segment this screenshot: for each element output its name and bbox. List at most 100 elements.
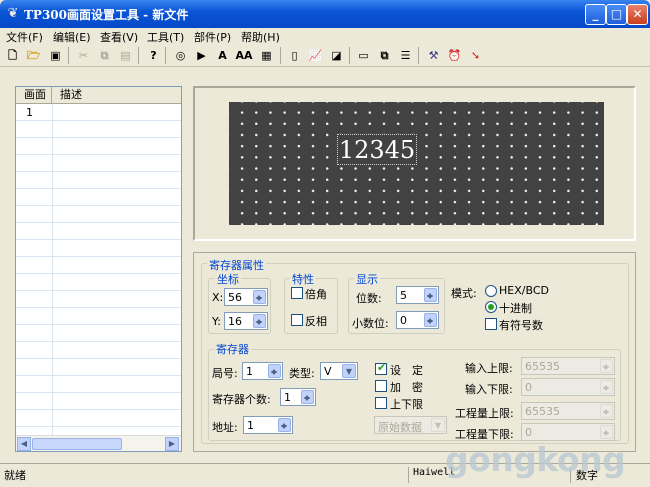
text-tool-icon[interactable]: A bbox=[214, 47, 231, 64]
menu-tools[interactable]: 工具(T) bbox=[147, 29, 184, 45]
lamp-icon[interactable]: ▯ bbox=[286, 47, 303, 64]
menu-parts[interactable]: 部件(P) bbox=[194, 29, 231, 45]
y-coordinate-stepper[interactable]: 16 bbox=[224, 312, 268, 330]
encrypt-checkbox[interactable] bbox=[375, 380, 387, 392]
bitmap-icon[interactable]: ◪ bbox=[328, 47, 345, 64]
spin-icon[interactable] bbox=[600, 404, 613, 418]
hex-bcd-radio[interactable] bbox=[485, 285, 497, 297]
list-item[interactable] bbox=[16, 206, 181, 223]
list-item[interactable] bbox=[16, 291, 181, 308]
tools-icon[interactable]: ⚒ bbox=[425, 47, 442, 64]
scroll-right-icon[interactable]: ▶ bbox=[165, 437, 179, 451]
number-display-icon[interactable]: ▦ bbox=[258, 47, 275, 64]
chevron-down-icon[interactable]: ▼ bbox=[431, 418, 445, 432]
input-upper-stepper[interactable]: 65535 bbox=[521, 357, 615, 375]
input-upper-label: 输入上限: bbox=[465, 362, 513, 375]
big-text-tool-icon[interactable]: AA bbox=[233, 47, 255, 64]
spin-icon[interactable] bbox=[278, 418, 291, 432]
column-header-description[interactable]: 描述 bbox=[52, 87, 181, 104]
menu-help[interactable]: 帮助(H) bbox=[241, 29, 280, 45]
register-count-stepper[interactable]: 1 bbox=[280, 388, 316, 406]
list-item[interactable] bbox=[16, 223, 181, 240]
list-item[interactable] bbox=[16, 172, 181, 189]
raw-data-select[interactable]: 原始数据 ▼ bbox=[374, 416, 447, 434]
spin-icon[interactable] bbox=[424, 313, 437, 327]
copy-icon[interactable]: ⧉ bbox=[96, 47, 113, 64]
horizontal-scrollbar[interactable]: ◀ ▶ bbox=[16, 435, 181, 451]
list-item[interactable] bbox=[16, 376, 181, 393]
x-coordinate-stepper[interactable]: 56 bbox=[224, 288, 268, 306]
spin-icon[interactable] bbox=[268, 364, 281, 378]
type-select[interactable]: V ▼ bbox=[320, 362, 358, 380]
spin-icon[interactable] bbox=[600, 425, 613, 439]
toolbar-separator bbox=[349, 47, 350, 64]
signed-checkbox[interactable] bbox=[485, 318, 497, 330]
station-stepper[interactable]: 1 bbox=[242, 362, 283, 380]
target-icon[interactable]: ◎ bbox=[172, 47, 189, 64]
spin-icon[interactable] bbox=[424, 288, 437, 302]
window-icon[interactable]: ⧉ bbox=[376, 47, 393, 64]
digits-stepper[interactable]: 5 bbox=[396, 286, 439, 304]
list-item[interactable] bbox=[16, 359, 181, 376]
play-icon[interactable]: ▶ bbox=[193, 47, 210, 64]
trend-chart-icon[interactable]: 📈 bbox=[307, 47, 324, 64]
y-label: Y: bbox=[212, 315, 221, 328]
column-header-screen[interactable]: 画面 bbox=[16, 87, 52, 104]
decimal-radio[interactable] bbox=[485, 301, 497, 313]
list-icon[interactable]: ☰ bbox=[397, 47, 414, 64]
eng-upper-stepper[interactable]: 65535 bbox=[521, 402, 615, 420]
decimals-stepper[interactable]: 0 bbox=[396, 311, 439, 329]
new-file-icon[interactable]: 🗋 bbox=[4, 47, 21, 64]
spin-icon[interactable] bbox=[301, 390, 314, 404]
eng-lower-stepper[interactable]: 0 bbox=[521, 423, 615, 441]
spin-icon[interactable] bbox=[253, 314, 266, 328]
scroll-left-icon[interactable]: ◀ bbox=[17, 437, 31, 451]
download-arrow-icon[interactable]: ➘ bbox=[467, 47, 484, 64]
list-item[interactable] bbox=[16, 257, 181, 274]
list-item[interactable] bbox=[16, 189, 181, 206]
list-item[interactable] bbox=[16, 138, 181, 155]
menu-view[interactable]: 查看(V) bbox=[100, 29, 138, 45]
paste-icon[interactable]: ▤ bbox=[117, 47, 134, 64]
maximize-button[interactable]: □ bbox=[606, 4, 627, 25]
hex-bcd-label: HEX/BCD bbox=[499, 284, 549, 297]
alarm-clock-icon[interactable]: ⏰ bbox=[446, 47, 463, 64]
minimize-button[interactable]: _ bbox=[585, 4, 606, 25]
set-checkbox[interactable] bbox=[375, 361, 387, 375]
spin-icon[interactable] bbox=[600, 380, 613, 394]
spin-icon[interactable] bbox=[600, 359, 613, 373]
display-title: 显示 bbox=[354, 271, 380, 287]
toolbar-separator bbox=[138, 47, 139, 64]
spin-icon[interactable] bbox=[253, 290, 266, 304]
input-lower-stepper[interactable]: 0 bbox=[521, 378, 615, 396]
menu-edit[interactable]: 编辑(E) bbox=[53, 29, 91, 45]
toolbar-separator bbox=[418, 47, 419, 64]
screen-list[interactable]: 画面 描述 1 ◀ ▶ bbox=[15, 86, 182, 452]
reverse-checkbox[interactable] bbox=[291, 314, 303, 326]
list-item[interactable] bbox=[16, 240, 181, 257]
address-stepper[interactable]: 1 bbox=[243, 416, 293, 434]
menu-file[interactable]: 文件(F) bbox=[6, 29, 43, 45]
list-item[interactable] bbox=[16, 393, 181, 410]
list-item[interactable] bbox=[16, 274, 181, 291]
list-item[interactable] bbox=[16, 308, 181, 325]
limits-checkbox[interactable] bbox=[375, 397, 387, 409]
double-corner-checkbox[interactable] bbox=[291, 287, 303, 299]
list-item[interactable] bbox=[16, 410, 181, 427]
list-item[interactable]: 1 bbox=[16, 104, 181, 121]
save-icon[interactable]: ▣ bbox=[47, 47, 64, 64]
station-label: 局号: bbox=[212, 367, 238, 380]
list-item[interactable] bbox=[16, 342, 181, 359]
rectangle-icon[interactable]: ▭ bbox=[355, 47, 372, 64]
register-title: 寄存器 bbox=[214, 341, 251, 357]
number-display-element[interactable]: 12345 bbox=[337, 134, 417, 165]
list-item[interactable] bbox=[16, 325, 181, 342]
chevron-down-icon[interactable]: ▼ bbox=[342, 364, 356, 378]
cut-icon[interactable]: ✂ bbox=[75, 47, 92, 64]
close-button[interactable]: ✕ bbox=[627, 4, 648, 25]
scroll-thumb[interactable] bbox=[32, 438, 122, 450]
list-item[interactable] bbox=[16, 121, 181, 138]
open-folder-icon[interactable]: 🗁 bbox=[25, 47, 42, 64]
help-icon[interactable]: ? bbox=[145, 47, 162, 64]
list-item[interactable] bbox=[16, 155, 181, 172]
